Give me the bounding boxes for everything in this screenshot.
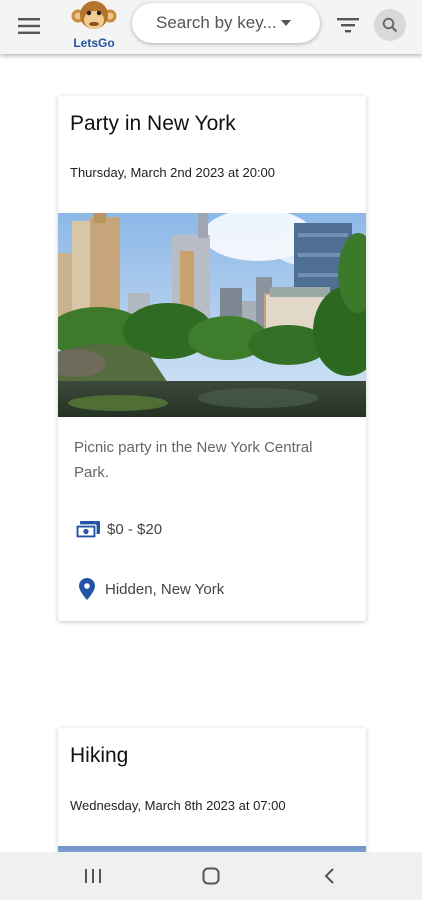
hamburger-menu-icon[interactable] xyxy=(14,14,44,38)
top-app-bar: LetsGo Search by key... xyxy=(0,0,422,54)
filter-icon[interactable] xyxy=(335,13,361,37)
system-navigation-bar xyxy=(0,852,422,900)
back-icon[interactable] xyxy=(314,864,344,888)
location-pin-icon xyxy=(79,578,95,600)
search-placeholder: Search by key... xyxy=(156,13,277,32)
recents-icon[interactable] xyxy=(78,864,108,888)
event-title: Party in New York xyxy=(70,112,236,135)
money-icon xyxy=(75,521,100,539)
search-button[interactable] xyxy=(374,9,406,41)
logo-text: LetsGo xyxy=(73,36,115,50)
price-label: $0 - $20 xyxy=(107,520,163,538)
event-date: Thursday, March 2nd 2023 at 20:00 xyxy=(70,165,275,180)
location-row: Hidden, New York xyxy=(79,577,224,601)
event-card[interactable]: Hiking Wednesday, March 8th 2023 at 07:0… xyxy=(58,728,366,858)
monkey-logo-icon xyxy=(71,1,117,29)
event-card[interactable]: Party in New York Thursday, March 2nd 20… xyxy=(58,96,366,621)
location-label: Hidden, New York xyxy=(105,580,225,598)
price-row: $0 - $20 xyxy=(75,517,162,541)
dropdown-caret-icon xyxy=(280,20,291,26)
event-image xyxy=(58,213,366,417)
event-date: Wednesday, March 8th 2023 at 07:00 xyxy=(70,798,286,813)
home-icon[interactable] xyxy=(196,864,226,888)
event-description: Picnic party in the New York Central Par… xyxy=(74,439,313,481)
event-title: Hiking xyxy=(70,744,129,767)
app-logo[interactable]: LetsGo xyxy=(66,0,122,54)
search-dropdown[interactable]: Search by key... xyxy=(132,3,320,43)
search-icon xyxy=(382,17,398,33)
